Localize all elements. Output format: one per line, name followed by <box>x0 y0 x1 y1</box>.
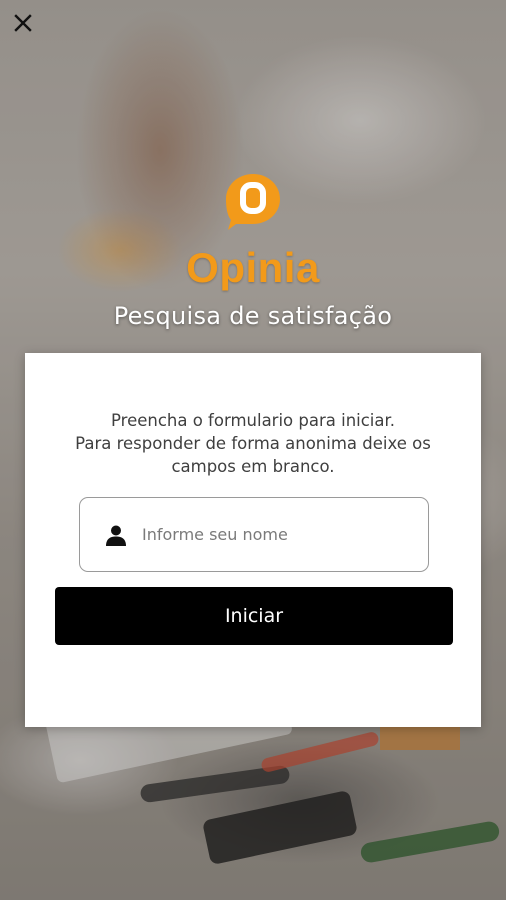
instruction-line: Preencha o formulario para iniciar. <box>110 411 396 430</box>
close-button[interactable] <box>8 8 38 38</box>
start-form-card: Preencha o formulario para iniciar. Para… <box>25 353 481 727</box>
name-input[interactable] <box>142 514 428 555</box>
instruction-line: Para responder de forma anonima deixe os <box>75 434 431 453</box>
form-instructions: Preencha o formulario para iniciar. Para… <box>25 409 481 478</box>
brand-header: Opinia Pesquisa de satisfação <box>0 170 506 330</box>
page-subtitle: Pesquisa de satisfação <box>113 302 393 330</box>
brand-name: Opinia <box>186 244 320 291</box>
user-icon <box>106 525 126 546</box>
name-field[interactable] <box>79 497 429 572</box>
speech-bubble-o-icon <box>226 174 280 230</box>
start-button[interactable]: Iniciar <box>55 587 453 645</box>
close-icon <box>14 14 32 32</box>
instruction-line: campos em branco. <box>171 457 335 476</box>
